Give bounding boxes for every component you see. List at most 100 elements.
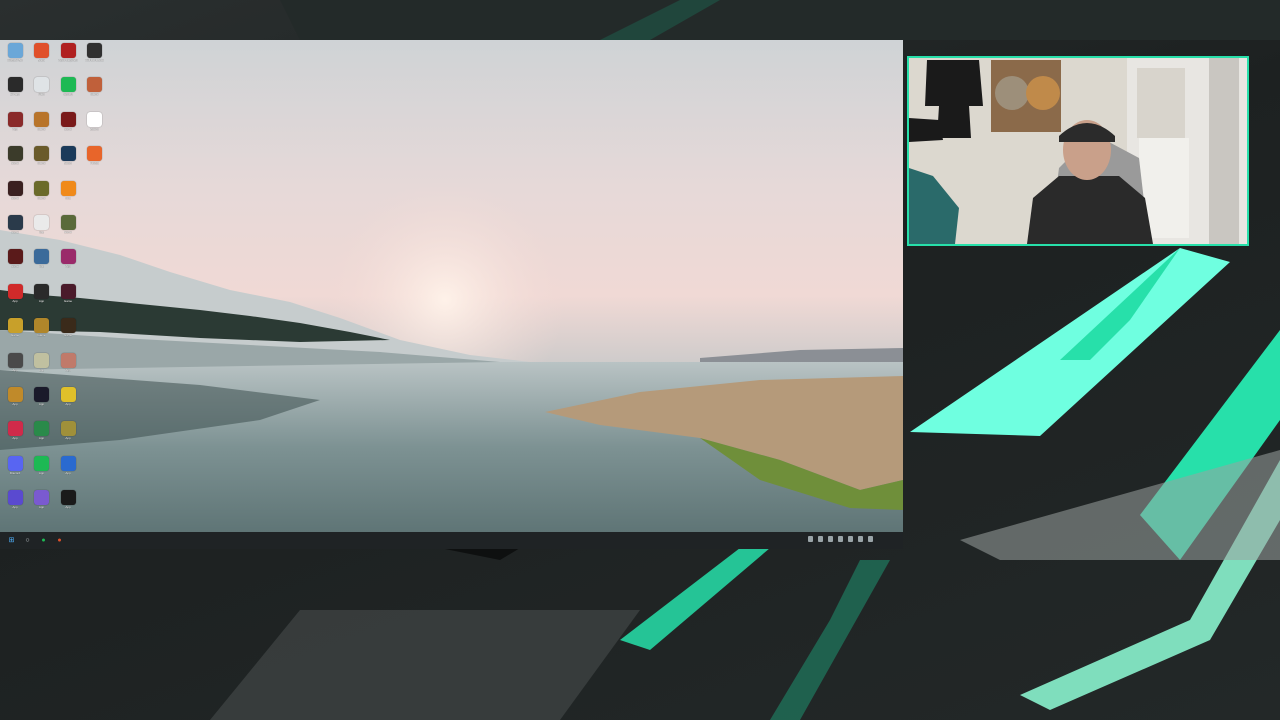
- desktop-icon[interactable]: Game: [55, 283, 81, 318]
- game-icon: [7, 180, 23, 196]
- game-icon: [60, 283, 76, 299]
- desktop-icon[interactable]: App: [2, 283, 28, 318]
- desktop-icon-label: Game: [63, 299, 73, 303]
- desktop-icon[interactable]: App: [55, 455, 81, 490]
- volume-icon[interactable]: [868, 536, 873, 542]
- app-icon: [7, 386, 23, 402]
- app-icon: [34, 214, 49, 230]
- app-icon: [34, 386, 49, 402]
- desktop-icon-label: Game: [63, 127, 73, 131]
- stream-scene: Recycle Bin Brave Apex Legends Hell Let Loo…: [0, 0, 1280, 720]
- desktop-icon[interactable]: Game: [29, 111, 55, 146]
- desktop-icon[interactable]: Game: [2, 180, 28, 215]
- webcam-feed: [909, 58, 1247, 244]
- desktop-icon[interactable]: Apex Legends: [55, 43, 81, 77]
- desktop-icon[interactable]: VLC: [55, 180, 81, 215]
- desktop-icon-label: Files: [38, 93, 45, 97]
- desktop-icon[interactable]: App: [55, 421, 81, 455]
- desktop-icon[interactable]: Game: [2, 249, 28, 283]
- desktop-icon[interactable]: Game: [55, 318, 81, 352]
- app-icon: [7, 77, 23, 93]
- spotify-icon[interactable]: ●: [39, 536, 48, 545]
- desktop-icon[interactable]: App: [29, 214, 55, 249]
- game-icon: [60, 318, 76, 334]
- desktop-icon-label: App: [12, 299, 18, 303]
- vlc-icon: [60, 180, 76, 196]
- desktop-icon[interactable]: Firefox: [82, 146, 108, 180]
- desktop-icon-label: App: [65, 265, 71, 269]
- poster-cat-right: [1026, 76, 1060, 110]
- desktop-icon[interactable]: App: [2, 111, 28, 146]
- firefox-icon: [87, 146, 102, 162]
- desktop-icon[interactable]: App: [29, 283, 55, 318]
- desktop-icon[interactable]: App: [29, 455, 55, 490]
- desktop-icon[interactable]: App: [29, 352, 55, 387]
- desktop-icon[interactable]: Game: [29, 180, 55, 215]
- desktop-icon[interactable]: App: [55, 249, 81, 283]
- desktop-icon[interactable]: Game: [2, 214, 28, 249]
- desktop-icon[interactable]: Spotify: [55, 77, 81, 111]
- microphone: [909, 118, 943, 142]
- desktop-icon-label: App: [65, 437, 71, 441]
- desktop-icon-label: Game: [10, 334, 20, 338]
- desktop-icon[interactable]: App: [55, 490, 81, 524]
- desktop-icon[interactable]: Game: [29, 318, 55, 352]
- search-icon[interactable]: ○: [23, 536, 32, 545]
- app-icon: [34, 455, 49, 471]
- game-icon: [34, 180, 49, 196]
- desktop-icon[interactable]: App: [29, 421, 55, 455]
- gamepad-icon: [7, 490, 23, 506]
- desktop-icon[interactable]: App: [2, 421, 28, 455]
- desktop-icon[interactable]: Brave: [29, 43, 55, 77]
- desktop-icon[interactable]: Recycle Bin: [2, 43, 28, 77]
- wifi-icon[interactable]: [858, 536, 863, 542]
- app-icon: [60, 386, 76, 402]
- desktop-icon[interactable]: Discord: [2, 455, 28, 490]
- desktop-icon-label: App: [38, 402, 45, 406]
- desktop-icon[interactable]: Hell Let Loose: [82, 43, 108, 77]
- desktop-icon[interactable]: App: [55, 386, 81, 421]
- distant-hill: [700, 348, 903, 362]
- tray-icon[interactable]: [808, 536, 813, 542]
- desktop-icon[interactable]: App: [55, 352, 81, 387]
- desktop-icon: [82, 353, 108, 387]
- desktop-icon[interactable]: Game: [2, 318, 28, 352]
- dark-shard: [440, 548, 520, 560]
- desktop-icon-label: Apex Legends: [58, 59, 78, 62]
- desktop-icon[interactable]: Files: [29, 77, 55, 111]
- folder-icon: [34, 77, 49, 93]
- game-icon: [34, 111, 49, 127]
- desktop-icon[interactable]: App: [2, 352, 28, 387]
- desktop-icon[interactable]: Game: [2, 146, 28, 180]
- system-tray: [808, 536, 873, 542]
- desktop-icon[interactable]: Zotero: [82, 111, 108, 146]
- brave-icon[interactable]: ●: [55, 536, 64, 545]
- game-icon: [34, 318, 49, 334]
- desktop-icon[interactable]: Game: [55, 111, 81, 146]
- desktop-icon-label: App: [38, 265, 45, 269]
- desktop-icon: [82, 284, 108, 318]
- windows-start-icon[interactable]: ⊞: [7, 536, 16, 545]
- desktop-icon-label: App: [12, 506, 18, 510]
- desktop-icon[interactable]: Game: [55, 214, 81, 249]
- desktop-icon[interactable]: EA app: [2, 77, 28, 111]
- app-icon: [60, 421, 76, 437]
- desktop-icon[interactable]: App: [2, 386, 28, 421]
- desktop-icon[interactable]: Game: [29, 146, 55, 180]
- desktop-icon[interactable]: App: [29, 249, 55, 283]
- desktop-icon[interactable]: App: [29, 386, 55, 421]
- desktop-icon[interactable]: App: [2, 490, 28, 524]
- grey-shard-bottom: [210, 610, 640, 720]
- desktop-icon[interactable]: App: [29, 490, 55, 524]
- desktop-icon[interactable]: Game: [82, 77, 108, 111]
- tray-icon[interactable]: [828, 536, 833, 542]
- taskbar-pinned-apps: ⊞ ○ ● ●: [0, 536, 64, 545]
- desktop-icon-label: Discord: [9, 471, 21, 475]
- eye-icon: [34, 249, 49, 265]
- tray-icon[interactable]: [848, 536, 853, 542]
- desktop-icon-label: App: [65, 402, 71, 406]
- brave-icon: [34, 43, 49, 58]
- tray-icon[interactable]: [818, 536, 823, 542]
- tray-icon[interactable]: [838, 536, 843, 542]
- desktop-icon[interactable]: Steam: [55, 146, 81, 180]
